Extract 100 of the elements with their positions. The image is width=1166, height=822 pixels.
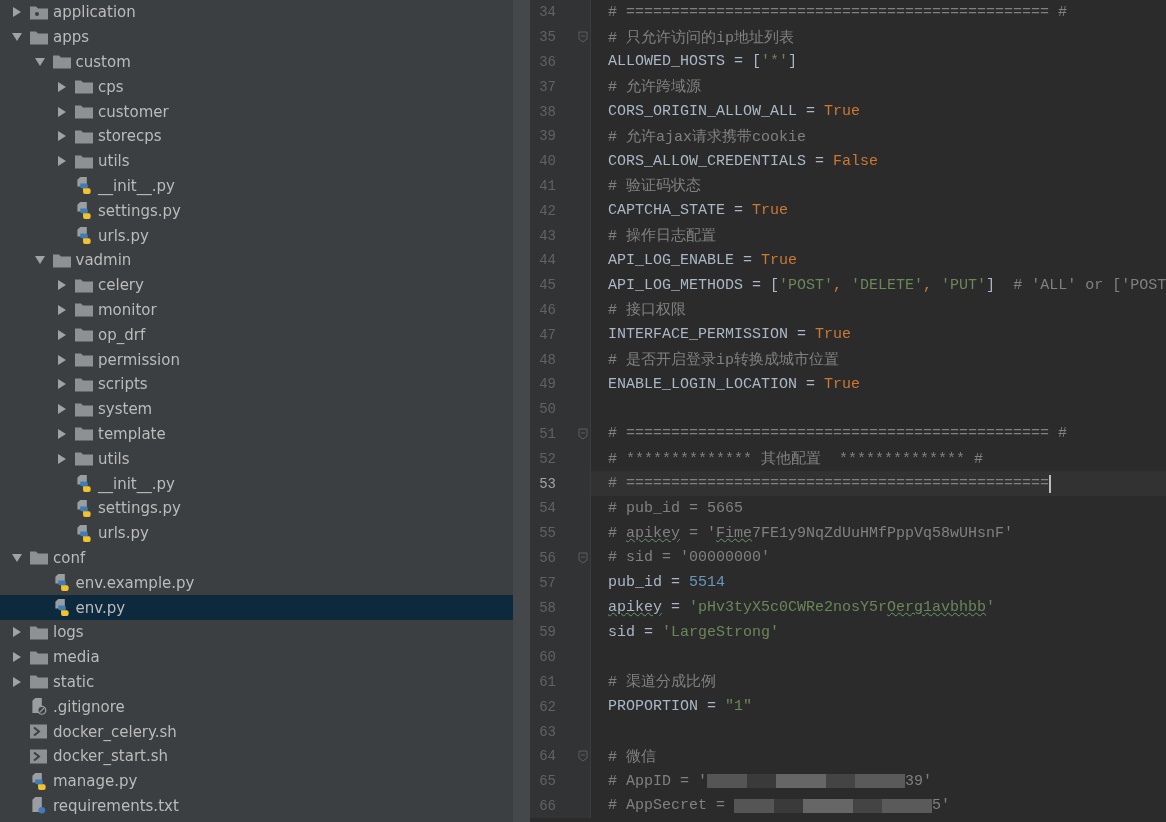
collapse-arrow-icon[interactable]: [12, 552, 22, 563]
tree-item[interactable]: system: [0, 396, 513, 422]
file-name: application: [53, 3, 136, 22]
file-name: storecps: [98, 127, 162, 146]
tree-item[interactable]: utils: [0, 148, 513, 174]
code-comment: apikey: [626, 524, 681, 542]
text-file-icon: [30, 797, 48, 815]
file-name: apps: [53, 28, 90, 47]
code-keyword: True: [824, 103, 861, 121]
tree-item[interactable]: static: [0, 669, 513, 695]
code-comment: # 微信: [608, 747, 656, 766]
code-keyword: ,: [833, 276, 844, 294]
tree-item[interactable]: settings.py: [0, 495, 513, 521]
code-text: apikey: [608, 599, 662, 616]
expand-arrow-icon[interactable]: [57, 156, 67, 167]
file-name: permission: [98, 350, 180, 369]
code-text: ALLOWED_HOSTS = [: [608, 53, 762, 71]
tree-item[interactable]: scripts: [0, 371, 513, 397]
code-keyword: True: [815, 326, 852, 344]
code-comment: # 允许ajax请求携带cookie: [608, 127, 807, 146]
expand-arrow-icon[interactable]: [57, 354, 67, 365]
code-comment: # 验证码状态: [608, 176, 701, 196]
fold-marker-icon[interactable]: [578, 427, 588, 440]
python-file-icon: [75, 177, 93, 195]
tree-item[interactable]: custom: [0, 49, 513, 75]
python-file-icon: [52, 599, 71, 616]
code-string: 'DELETE': [851, 276, 924, 294]
tree-item[interactable]: monitor: [0, 297, 513, 323]
fold-marker-icon[interactable]: [578, 750, 588, 763]
code-text: INTERFACE_PERMISSION =: [608, 326, 808, 344]
code-text: API_LOG_ENABLE =: [608, 251, 754, 269]
tree-item[interactable]: manage.py: [0, 768, 513, 794]
code-comment: = ': [688, 524, 717, 542]
file-name: __init__.py: [98, 474, 175, 493]
code-comment: # =============================================== #: [608, 425, 1068, 443]
expand-arrow-icon[interactable]: [12, 7, 22, 18]
code-keyword: ,: [923, 276, 934, 294]
tree-item[interactable]: template: [0, 421, 513, 447]
tree-item[interactable]: op_drf: [0, 322, 513, 348]
file-name: urls.py: [98, 226, 149, 245]
python-file-icon: [75, 202, 93, 220]
tree-item[interactable]: conf: [0, 545, 513, 571]
tree-item[interactable]: customer: [0, 99, 513, 124]
code-text: pub_id =: [608, 574, 681, 592]
tree-item[interactable]: application: [0, 0, 513, 25]
tree-item[interactable]: celery: [0, 272, 513, 298]
tree-item[interactable]: __init__.py: [0, 471, 513, 496]
tree-item[interactable]: docker_celery.sh: [0, 719, 513, 744]
tree-item[interactable]: apps: [0, 24, 513, 50]
code-comment: # =============================================== #: [608, 3, 1068, 21]
tree-item[interactable]: env.example.py: [0, 570, 513, 596]
tree-item[interactable]: urls.py: [0, 520, 513, 546]
file-name: utils: [98, 152, 130, 171]
file-name: docker_celery.sh: [53, 722, 177, 741]
expand-arrow-icon[interactable]: [57, 280, 67, 291]
tree-item[interactable]: logs: [0, 619, 513, 645]
tree-item[interactable]: utils: [0, 446, 513, 472]
tree-item[interactable]: media: [0, 644, 513, 670]
file-name: env.example.py: [75, 573, 195, 592]
expand-arrow-icon[interactable]: [12, 627, 22, 638]
file-name: static: [53, 672, 95, 691]
python-file-icon: [75, 499, 93, 517]
folder-icon: [52, 53, 71, 71]
collapse-arrow-icon[interactable]: [34, 255, 45, 266]
expand-arrow-icon[interactable]: [57, 404, 67, 415]
tree-item[interactable]: settings.py: [0, 198, 513, 224]
expand-arrow-icon[interactable]: [57, 428, 67, 439]
code-string: 'pHv3tyX5c0CWRe2nosY5r: [689, 599, 888, 616]
tree-item[interactable]: env.py: [0, 595, 513, 620]
file-name: manage.py: [53, 772, 138, 791]
folder-icon: [75, 103, 93, 121]
expand-arrow-icon[interactable]: [57, 131, 67, 142]
expand-arrow-icon[interactable]: [12, 652, 22, 663]
expand-arrow-icon[interactable]: [57, 304, 67, 315]
tree-item[interactable]: cps: [0, 74, 513, 100]
code-text: CAPTCHA_STATE =: [608, 202, 745, 220]
fold-marker-icon[interactable]: [578, 31, 588, 44]
expand-arrow-icon[interactable]: [57, 379, 67, 390]
tree-item[interactable]: __init__.py: [0, 173, 513, 199]
tree-item[interactable]: storecps: [0, 124, 513, 149]
tree-item[interactable]: permission: [0, 347, 513, 372]
expand-arrow-icon[interactable]: [12, 676, 22, 687]
tree-item[interactable]: vadmin: [0, 247, 513, 273]
tree-item[interactable]: .gitignore: [0, 694, 513, 720]
expand-arrow-icon[interactable]: [57, 81, 67, 92]
code-comment: #: [608, 524, 618, 542]
expand-arrow-icon[interactable]: [57, 106, 67, 117]
collapse-arrow-icon[interactable]: [34, 57, 45, 67]
fold-marker-icon[interactable]: [578, 551, 588, 564]
tree-item[interactable]: urls.py: [0, 223, 513, 248]
python-file-icon: [75, 524, 93, 542]
code-comment: # 渠道分成比例: [608, 672, 716, 692]
tree-item[interactable]: docker_start.sh: [0, 743, 513, 769]
code-comment: # ************** 其他配置 ************** #: [608, 449, 984, 469]
collapse-arrow-icon[interactable]: [12, 32, 22, 43]
expand-arrow-icon[interactable]: [57, 453, 67, 464]
code-string: "1": [725, 698, 753, 716]
expand-arrow-icon[interactable]: [57, 329, 67, 340]
tree-item[interactable]: requirements.txt: [0, 793, 513, 819]
code-string: '*': [761, 53, 789, 71]
